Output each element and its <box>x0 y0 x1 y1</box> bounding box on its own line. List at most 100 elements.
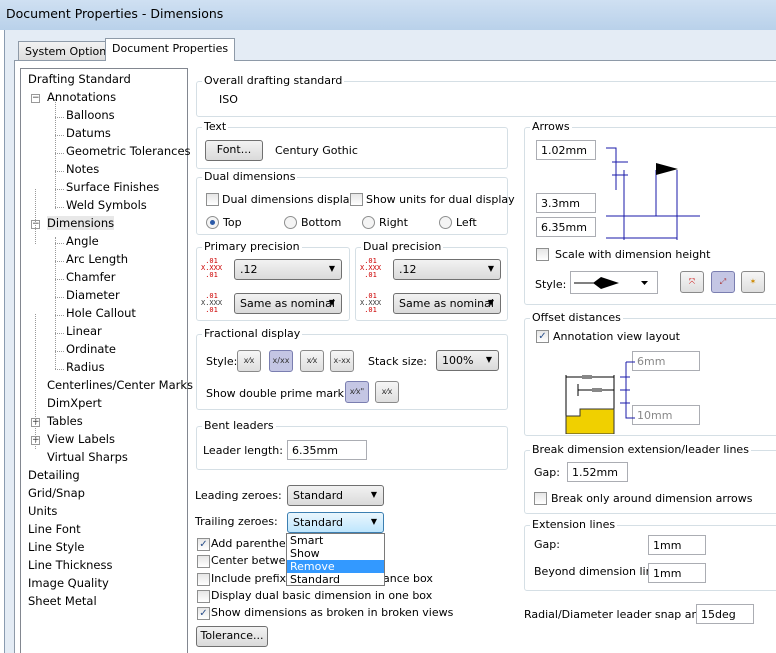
tree-item[interactable]: Hole Callout <box>66 306 136 320</box>
tolerance-button[interactable]: Tolerance... <box>196 626 268 647</box>
tab-document-properties[interactable]: Document Properties <box>105 38 236 61</box>
arrow-style-select[interactable] <box>570 271 658 294</box>
tree-item[interactable]: Units <box>28 504 57 518</box>
tree-item[interactable]: Datums <box>66 126 111 140</box>
tree-item[interactable]: Surface Finishes <box>66 180 159 194</box>
group-label: Arrows <box>530 120 572 133</box>
fraction-style-slash-button[interactable]: x⁄x <box>237 350 261 372</box>
gap-label: Gap: <box>534 538 560 551</box>
tree-item[interactable]: Annotations <box>47 90 116 104</box>
tree-item[interactable]: Notes <box>66 162 99 176</box>
tree-item[interactable]: Line Style <box>28 540 85 554</box>
dropdown-option[interactable]: Standard <box>287 573 384 586</box>
fraction-style-stacked-button[interactable]: x/xx <box>269 350 293 372</box>
tree-item[interactable]: Sheet Metal <box>28 594 97 608</box>
annotation-view-layout-checkbox[interactable]: ✓ <box>536 330 549 343</box>
extension-gap-input[interactable]: 1mm <box>648 535 706 555</box>
snap-angle-input[interactable]: 15deg <box>696 604 754 624</box>
primary-tolerance-select[interactable]: Same as nominal ▼ <box>234 293 342 314</box>
option-checkbox[interactable]: ✓ <box>197 607 210 621</box>
trailing-zeroes-select[interactable]: Standard ▼ <box>287 512 384 533</box>
double-prime-off-button[interactable]: x⁄x <box>375 381 399 403</box>
tree-item[interactable]: Line Font <box>28 522 81 536</box>
tree-line <box>55 99 56 209</box>
tree-item[interactable]: Drafting Standard <box>28 72 131 86</box>
radio-right[interactable] <box>362 216 375 229</box>
extension-lines-group: Extension lines Gap: 1mm Beyond dimensio… <box>524 518 776 591</box>
dropdown-option[interactable]: Show <box>287 547 384 560</box>
tree-item[interactable]: Tables <box>47 414 83 428</box>
offset-first-input[interactable]: 6mm <box>632 351 700 371</box>
radio-top[interactable] <box>206 216 219 229</box>
tab-system-options[interactable]: System Options <box>18 41 119 61</box>
double-prime-on-button[interactable]: x⁄x" <box>345 381 369 403</box>
option-checkbox-label: Display dual basic dimension in one box <box>211 588 433 602</box>
trailing-zeroes-dropdown[interactable]: Smart Show Remove Standard <box>286 533 385 586</box>
primary-precision-select[interactable]: .12 ▼ <box>234 259 342 280</box>
dropdown-option[interactable]: Smart <box>287 534 384 547</box>
arrow-length-input[interactable]: 6.35mm <box>536 217 596 237</box>
double-prime-label: Show double prime mark ("): <box>206 387 365 400</box>
arrow-dimension-diagram <box>600 147 700 240</box>
option-checkbox[interactable] <box>197 589 210 603</box>
font-button[interactable]: Font... <box>205 140 263 161</box>
tree-item[interactable]: Geometric Tolerances <box>66 144 191 158</box>
tree-item[interactable]: Arc Length <box>66 252 128 266</box>
arrows-inside-button[interactable]: ⤢ <box>711 271 735 293</box>
show-units-checkbox[interactable] <box>350 193 363 206</box>
dual-precision-select[interactable]: .12 ▼ <box>393 259 501 280</box>
tree-item[interactable]: Detailing <box>28 468 80 482</box>
tree-connector <box>55 153 64 154</box>
scale-arrows-checkbox[interactable] <box>536 248 549 261</box>
radio-bottom[interactable] <box>284 216 297 229</box>
checkbox-label: Annotation view layout <box>553 330 680 343</box>
leading-zeroes-select[interactable]: Standard ▼ <box>287 485 384 506</box>
collapse-icon[interactable]: − <box>31 94 40 103</box>
tree-item[interactable]: Chamfer <box>66 270 115 284</box>
option-checkbox[interactable] <box>197 555 210 569</box>
beyond-input[interactable]: 1mm <box>648 563 706 583</box>
trailing-zeroes-label: Trailing zeroes: <box>195 515 278 528</box>
dual-tolerance-select[interactable]: Same as nominal ▼ <box>393 293 501 314</box>
tree-connector <box>55 207 64 208</box>
options-tree[interactable]: Drafting Standard Annotations − Balloons Dat… <box>20 68 193 653</box>
tree-item[interactable]: Diameter <box>66 288 120 302</box>
arrows-outside-button[interactable]: ⤧ <box>680 271 704 293</box>
tree-item[interactable]: Virtual Sharps <box>47 450 128 464</box>
break-gap-input[interactable]: 1.52mm <box>567 462 628 482</box>
precision-icon: .01 X.XXX .01 <box>360 257 382 279</box>
tree-item[interactable]: Dimensions <box>47 216 115 230</box>
tree-item[interactable]: Line Thickness <box>28 558 112 572</box>
break-only-arrows-checkbox[interactable] <box>534 492 547 505</box>
stack-size-select[interactable]: 100% ▼ <box>436 350 499 371</box>
tree-item[interactable]: Radius <box>66 360 105 374</box>
radio-left[interactable] <box>439 216 452 229</box>
tree-item[interactable]: View Labels <box>47 432 115 446</box>
tree-item[interactable]: Angle <box>66 234 99 248</box>
tree-item[interactable]: Grid/Snap <box>28 486 85 500</box>
option-checkbox[interactable] <box>197 572 210 586</box>
leader-length-label: Leader length: <box>203 444 283 457</box>
tree-item[interactable]: DimXpert <box>47 396 102 410</box>
tree-item[interactable]: Weld Symbols <box>66 198 147 212</box>
tree-item[interactable]: Centerlines/Center Marks <box>47 378 193 392</box>
stack-size-label: Stack size: <box>368 355 427 368</box>
fraction-style-dash-button[interactable]: x-xx <box>330 350 354 372</box>
dual-display-checkbox[interactable] <box>206 193 219 206</box>
tree-item[interactable]: Linear <box>66 324 102 338</box>
tree-item[interactable]: Image Quality <box>28 576 109 590</box>
option-checkbox[interactable]: ✓ <box>197 538 210 551</box>
filled-arrow-icon <box>574 277 648 289</box>
tree-item[interactable]: Balloons <box>66 108 115 122</box>
arrow-width-input[interactable]: 3.3mm <box>536 193 596 213</box>
tree-connector <box>55 279 64 280</box>
offset-second-input[interactable]: 10mm <box>632 405 700 425</box>
leader-length-input[interactable]: 6.35mm <box>287 440 367 460</box>
dropdown-option[interactable]: Remove <box>287 560 384 573</box>
arrows-group: Arrows 1.02mm 3.3mm 6.35mm Scale with di… <box>524 120 776 305</box>
fraction-style-diagonal-button[interactable]: x⁄x <box>300 350 324 372</box>
group-label: Extension lines <box>530 518 618 531</box>
arrows-smart-button[interactable]: ✶ <box>741 271 765 293</box>
arrow-height-input[interactable]: 1.02mm <box>536 140 596 160</box>
tree-item[interactable]: Ordinate <box>66 342 116 356</box>
